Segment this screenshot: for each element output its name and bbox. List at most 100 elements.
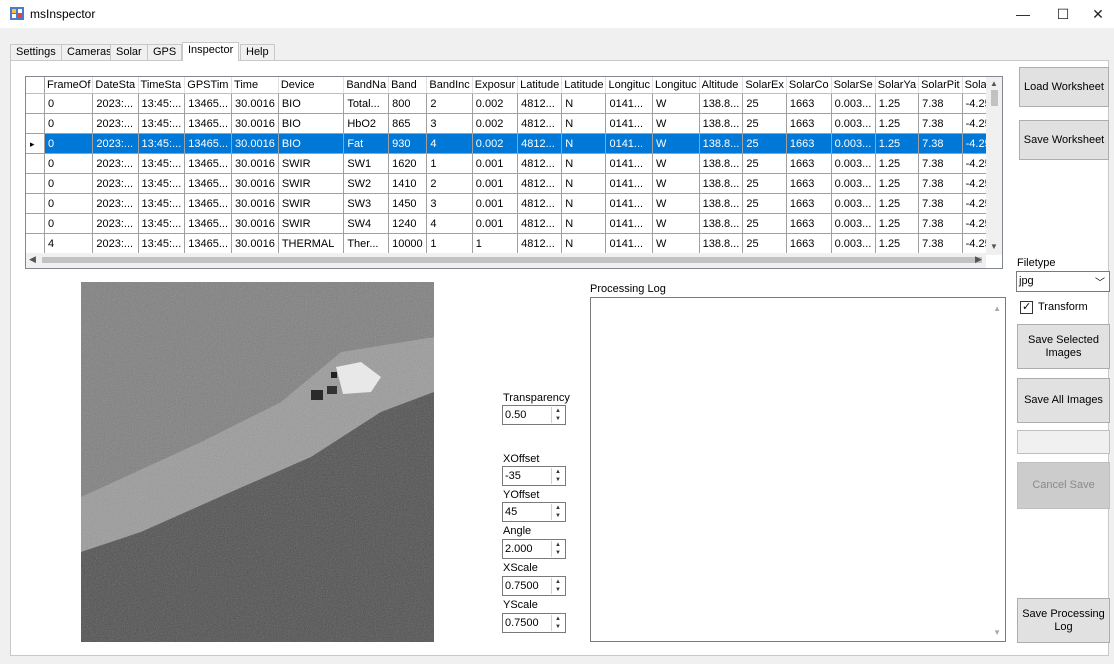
- table-cell[interactable]: 13:45:...: [138, 233, 186, 254]
- spin-up-icon[interactable]: ▲: [552, 541, 564, 549]
- table-cell[interactable]: 0.003...: [831, 213, 876, 234]
- table-cell[interactable]: 1.25: [875, 233, 920, 254]
- table-cell[interactable]: SWIR: [278, 193, 345, 214]
- table-cell[interactable]: 13:45:...: [138, 213, 186, 234]
- table-cell[interactable]: 865: [388, 113, 428, 134]
- table-row[interactable]: 0 2023:... 13:45:... 13465... 30.0016 BIO HbO2…: [26, 113, 1002, 134]
- table-cell[interactable]: 3: [426, 113, 473, 134]
- spinner-arrows[interactable]: ▲ ▼: [551, 504, 564, 520]
- column-header[interactable]: Time: [231, 77, 279, 94]
- table-cell[interactable]: SWIR: [278, 213, 345, 234]
- table-cell[interactable]: N: [561, 213, 607, 234]
- grid-vertical-scroll-thumb[interactable]: [991, 90, 998, 106]
- table-cell[interactable]: 0.001: [472, 213, 519, 234]
- spin-up-icon[interactable]: ▲: [552, 615, 564, 623]
- save-selected-images-button[interactable]: Save Selected Images: [1017, 324, 1110, 369]
- table-cell[interactable]: 1.25: [875, 173, 920, 194]
- table-row[interactable]: ▸ 0 2023:... 13:45:... 13465... 30.0016 BIO Fat…: [26, 133, 1002, 154]
- table-cell[interactable]: 1663: [786, 173, 832, 194]
- table-cell[interactable]: 25: [742, 113, 787, 134]
- column-header[interactable]: SolarPit: [918, 77, 963, 94]
- table-cell[interactable]: 2023:...: [92, 93, 139, 114]
- table-cell[interactable]: SW3: [343, 193, 390, 214]
- table-cell[interactable]: 4812...: [517, 113, 563, 134]
- table-cell[interactable]: N: [561, 193, 607, 214]
- table-cell[interactable]: 0: [44, 153, 94, 174]
- table-cell[interactable]: 0141...: [605, 133, 654, 154]
- table-cell[interactable]: 0: [44, 193, 94, 214]
- table-cell[interactable]: W: [652, 113, 700, 134]
- column-header[interactable]: BandNa: [343, 77, 390, 94]
- spinner-arrows[interactable]: ▲ ▼: [551, 468, 564, 484]
- table-cell[interactable]: 2023:...: [92, 133, 139, 154]
- table-cell[interactable]: 0.001: [472, 193, 519, 214]
- table-cell[interactable]: 0.001: [472, 173, 519, 194]
- table-cell[interactable]: 0.003...: [831, 93, 876, 114]
- table-cell[interactable]: Total...: [343, 93, 390, 114]
- table-cell[interactable]: 1663: [786, 93, 832, 114]
- data-grid[interactable]: FrameOf DateSta TimeSta GPSTim Time Devi…: [25, 76, 1003, 269]
- table-cell[interactable]: 4812...: [517, 213, 563, 234]
- column-header[interactable]: Latitude: [561, 77, 607, 94]
- spinner-arrows[interactable]: ▲ ▼: [551, 541, 564, 557]
- table-cell[interactable]: 2023:...: [92, 213, 139, 234]
- spin-down-icon[interactable]: ▼: [552, 415, 564, 423]
- scroll-down-icon[interactable]: ▼: [990, 242, 998, 251]
- row-header[interactable]: ▸: [26, 133, 45, 154]
- table-cell[interactable]: 0.002: [472, 113, 519, 134]
- spin-up-icon[interactable]: ▲: [552, 407, 564, 415]
- spin-down-icon[interactable]: ▼: [552, 476, 564, 484]
- column-header[interactable]: Exposur: [472, 77, 519, 94]
- scroll-up-icon[interactable]: ▲: [993, 304, 1001, 313]
- table-cell[interactable]: N: [561, 133, 607, 154]
- column-header[interactable]: Latitude: [517, 77, 563, 94]
- table-cell[interactable]: 1.25: [875, 133, 920, 154]
- table-cell[interactable]: 138.8...: [699, 133, 744, 154]
- column-header[interactable]: SolarEx: [742, 77, 787, 94]
- table-cell[interactable]: SW4: [343, 213, 390, 234]
- table-cell[interactable]: 0141...: [605, 213, 654, 234]
- table-cell[interactable]: 2023:...: [92, 113, 139, 134]
- spinner-arrows[interactable]: ▲ ▼: [551, 407, 564, 423]
- table-cell[interactable]: 13465...: [184, 173, 233, 194]
- tab-settings[interactable]: Settings: [10, 44, 62, 60]
- table-cell[interactable]: 1.25: [875, 213, 920, 234]
- spin-up-icon[interactable]: ▲: [552, 468, 564, 476]
- image-preview[interactable]: [81, 282, 434, 642]
- tab-solar[interactable]: Solar: [110, 44, 148, 60]
- table-cell[interactable]: 7.38: [918, 113, 963, 134]
- table-cell[interactable]: 0.001: [472, 153, 519, 174]
- table-cell[interactable]: N: [561, 93, 607, 114]
- table-cell[interactable]: 0: [44, 133, 94, 154]
- spinner-arrows[interactable]: ▲ ▼: [551, 615, 564, 631]
- tab-help[interactable]: Help: [240, 44, 275, 60]
- table-cell[interactable]: W: [652, 233, 700, 254]
- table-cell[interactable]: 0: [44, 93, 94, 114]
- table-cell[interactable]: N: [561, 173, 607, 194]
- table-cell[interactable]: 13465...: [184, 193, 233, 214]
- table-cell[interactable]: 138.8...: [699, 153, 744, 174]
- table-cell[interactable]: 13:45:...: [138, 173, 186, 194]
- table-cell[interactable]: 0141...: [605, 113, 654, 134]
- table-cell[interactable]: 0.002: [472, 133, 519, 154]
- table-cell[interactable]: 2023:...: [92, 153, 139, 174]
- table-cell[interactable]: 30.0016: [231, 173, 279, 194]
- table-cell[interactable]: 3: [426, 193, 473, 214]
- table-cell[interactable]: 13:45:...: [138, 113, 186, 134]
- table-cell[interactable]: 0.003...: [831, 193, 876, 214]
- table-cell[interactable]: 1240: [388, 213, 428, 234]
- column-header[interactable]: SolarSe: [831, 77, 876, 94]
- table-cell[interactable]: 4812...: [517, 133, 563, 154]
- tab-inspector[interactable]: Inspector: [182, 42, 240, 61]
- table-cell[interactable]: 1663: [786, 193, 832, 214]
- column-header[interactable]: Band: [388, 77, 428, 94]
- row-header[interactable]: [26, 193, 45, 214]
- row-header[interactable]: [26, 233, 45, 254]
- column-header[interactable]: FrameOf: [44, 77, 94, 94]
- table-cell[interactable]: 7.38: [918, 153, 963, 174]
- table-cell[interactable]: 13465...: [184, 133, 233, 154]
- table-cell[interactable]: 25: [742, 213, 787, 234]
- table-cell[interactable]: Ther...: [343, 233, 390, 254]
- table-cell[interactable]: 0.002: [472, 93, 519, 114]
- table-cell[interactable]: W: [652, 193, 700, 214]
